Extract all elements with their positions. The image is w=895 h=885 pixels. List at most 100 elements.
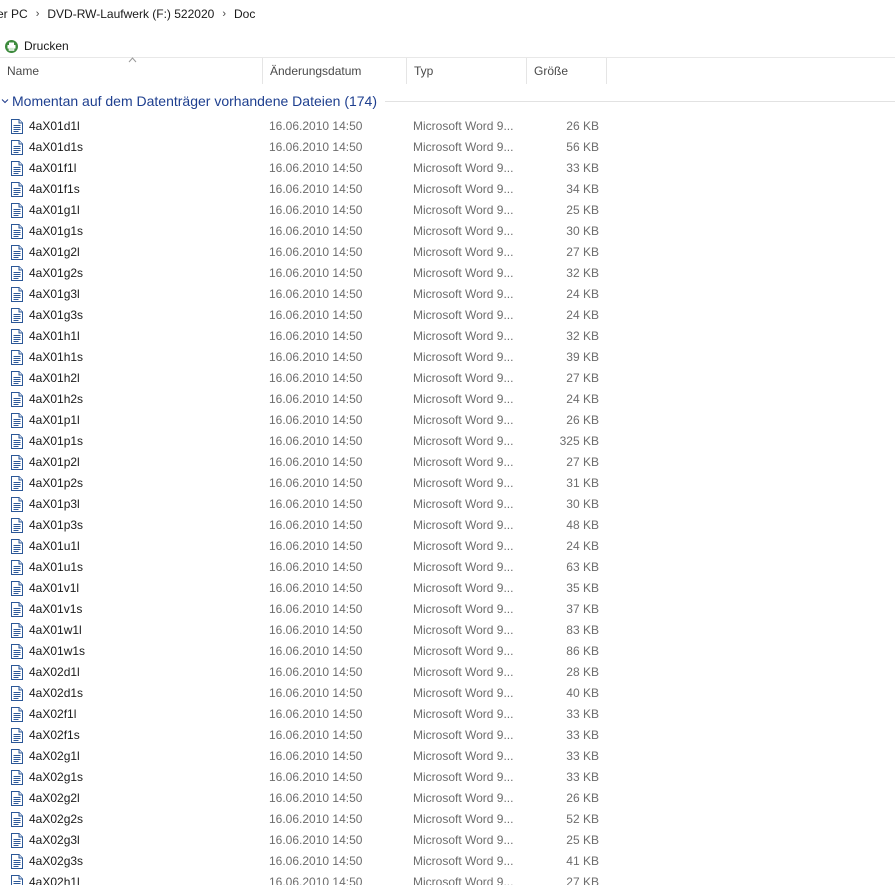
print-button[interactable]: Drucken [5, 36, 69, 56]
file-name: 4aX02g3l [29, 833, 80, 847]
file-type: Microsoft Word 9... [413, 539, 514, 553]
file-size: 24 KB [566, 392, 599, 406]
file-size: 34 KB [566, 182, 599, 196]
file-type: Microsoft Word 9... [413, 497, 514, 511]
file-name: 4aX02d1s [29, 686, 84, 700]
file-row[interactable]: 4aX01g1l 16.06.2010 14:50 Microsoft Word 9… [0, 200, 895, 221]
file-row[interactable]: 4aX01h2s 16.06.2010 14:50 Microsoft Word 9… [0, 389, 895, 410]
word-document-icon [11, 413, 23, 428]
file-date: 16.06.2010 14:50 [269, 581, 363, 595]
file-row[interactable]: 4aX02h1l 16.06.2010 14:50 Microsoft Word 9… [0, 872, 895, 885]
column-header-size[interactable]: Größe [527, 58, 607, 84]
file-name: 4aX02g2l [29, 791, 80, 805]
file-row[interactable]: 4aX01u1l 16.06.2010 14:50 Microsoft Word 9… [0, 536, 895, 557]
file-size: 52 KB [566, 812, 599, 826]
file-date: 16.06.2010 14:50 [269, 245, 363, 259]
file-row[interactable]: 4aX01p1l 16.06.2010 14:50 Microsoft Word 9… [0, 410, 895, 431]
breadcrumb-separator-icon[interactable]: › [32, 8, 44, 20]
word-document-icon [11, 497, 23, 512]
file-size: 86 KB [566, 644, 599, 658]
file-size: 24 KB [566, 539, 599, 553]
file-date: 16.06.2010 14:50 [269, 791, 363, 805]
file-name: 4aX01h2l [29, 371, 80, 385]
file-date: 16.06.2010 14:50 [269, 287, 363, 301]
file-name: 4aX01v1l [29, 581, 80, 595]
file-row[interactable]: 4aX01g1s 16.06.2010 14:50 Microsoft Word 9… [0, 221, 895, 242]
file-type: Microsoft Word 9... [413, 749, 514, 763]
file-row[interactable]: 4aX01p3s 16.06.2010 14:50 Microsoft Word 9… [0, 515, 895, 536]
file-date: 16.06.2010 14:50 [269, 161, 363, 175]
word-document-icon [11, 707, 23, 722]
breadcrumb-item-this-pc[interactable]: er PC [0, 7, 32, 21]
file-size: 41 KB [566, 854, 599, 868]
breadcrumb-item-doc[interactable]: Doc [230, 7, 259, 21]
group-title: Momentan auf dem Datenträger vorhandene … [12, 93, 377, 109]
file-row[interactable]: 4aX01w1l 16.06.2010 14:50 Microsoft Word 9… [0, 620, 895, 641]
file-row[interactable]: 4aX01w1s 16.06.2010 14:50 Microsoft Word 9… [0, 641, 895, 662]
file-size: 31 KB [566, 476, 599, 490]
file-size: 24 KB [566, 308, 599, 322]
file-size: 25 KB [566, 203, 599, 217]
file-name: 4aX01u1l [29, 539, 80, 553]
file-size: 35 KB [566, 581, 599, 595]
file-type: Microsoft Word 9... [413, 140, 514, 154]
file-name: 4aX01p3l [29, 497, 80, 511]
file-row[interactable]: 4aX02g3l 16.06.2010 14:50 Microsoft Word 9… [0, 830, 895, 851]
breadcrumb-separator-icon[interactable]: › [218, 8, 230, 20]
column-header-name[interactable]: Name [0, 58, 263, 84]
word-document-icon [11, 434, 23, 449]
file-row[interactable]: 4aX01h1l 16.06.2010 14:50 Microsoft Word 9… [0, 326, 895, 347]
file-row[interactable]: 4aX02f1s 16.06.2010 14:50 Microsoft Word 9… [0, 725, 895, 746]
file-row[interactable]: 4aX01d1l 16.06.2010 14:50 Microsoft Word 9… [0, 116, 895, 137]
column-header-date[interactable]: Änderungsdatum [263, 58, 407, 84]
chevron-down-icon[interactable] [1, 96, 11, 107]
word-document-icon [11, 791, 23, 806]
word-document-icon [11, 854, 23, 869]
file-row[interactable]: 4aX01p2l 16.06.2010 14:50 Microsoft Word 9… [0, 452, 895, 473]
file-row[interactable]: 4aX01g2l 16.06.2010 14:50 Microsoft Word 9… [0, 242, 895, 263]
file-row[interactable]: 4aX01u1s 16.06.2010 14:50 Microsoft Word 9… [0, 557, 895, 578]
file-row[interactable]: 4aX02f1l 16.06.2010 14:50 Microsoft Word 9… [0, 704, 895, 725]
file-type: Microsoft Word 9... [413, 602, 514, 616]
file-date: 16.06.2010 14:50 [269, 539, 363, 553]
file-row[interactable]: 4aX01v1s 16.06.2010 14:50 Microsoft Word 9… [0, 599, 895, 620]
file-date: 16.06.2010 14:50 [269, 371, 363, 385]
word-document-icon [11, 140, 23, 155]
file-date: 16.06.2010 14:50 [269, 770, 363, 784]
file-row[interactable]: 4aX02d1l 16.06.2010 14:50 Microsoft Word 9… [0, 662, 895, 683]
file-row[interactable]: 4aX02g2l 16.06.2010 14:50 Microsoft Word 9… [0, 788, 895, 809]
file-name: 4aX01h1s [29, 350, 84, 364]
file-row[interactable]: 4aX01h2l 16.06.2010 14:50 Microsoft Word 9… [0, 368, 895, 389]
file-row[interactable]: 4aX01g2s 16.06.2010 14:50 Microsoft Word 9… [0, 263, 895, 284]
group-header[interactable]: Momentan auf dem Datenträger vorhandene … [0, 90, 895, 112]
file-row[interactable]: 4aX01p1s 16.06.2010 14:50 Microsoft Word 9… [0, 431, 895, 452]
column-header-type[interactable]: Typ [407, 58, 527, 84]
breadcrumb-item-dvd-drive[interactable]: DVD-RW-Laufwerk (F:) 522020 [43, 7, 218, 21]
file-row[interactable]: 4aX01v1l 16.06.2010 14:50 Microsoft Word 9… [0, 578, 895, 599]
file-row[interactable]: 4aX01g3l 16.06.2010 14:50 Microsoft Word 9… [0, 284, 895, 305]
file-date: 16.06.2010 14:50 [269, 266, 363, 280]
file-row[interactable]: 4aX02g1l 16.06.2010 14:50 Microsoft Word 9… [0, 746, 895, 767]
file-date: 16.06.2010 14:50 [269, 812, 363, 826]
file-row[interactable]: 4aX02d1s 16.06.2010 14:50 Microsoft Word 9… [0, 683, 895, 704]
file-date: 16.06.2010 14:50 [269, 476, 363, 490]
file-row[interactable]: 4aX01f1l 16.06.2010 14:50 Microsoft Word 9… [0, 158, 895, 179]
file-row[interactable]: 4aX01p2s 16.06.2010 14:50 Microsoft Word 9… [0, 473, 895, 494]
file-row[interactable]: 4aX02g3s 16.06.2010 14:50 Microsoft Word 9… [0, 851, 895, 872]
file-name: 4aX01g3s [29, 308, 84, 322]
file-row[interactable]: 4aX01f1s 16.06.2010 14:50 Microsoft Word 9… [0, 179, 895, 200]
file-row[interactable]: 4aX01h1s 16.06.2010 14:50 Microsoft Word 9… [0, 347, 895, 368]
file-size: 27 KB [566, 875, 599, 885]
column-header-row: Name Änderungsdatum Typ Größe [0, 57, 895, 84]
file-type: Microsoft Word 9... [413, 812, 514, 826]
file-row[interactable]: 4aX02g2s 16.06.2010 14:50 Microsoft Word 9… [0, 809, 895, 830]
file-name: 4aX01w1l [29, 623, 82, 637]
word-document-icon [11, 539, 23, 554]
file-row[interactable]: 4aX01g3s 16.06.2010 14:50 Microsoft Word 9… [0, 305, 895, 326]
file-row[interactable]: 4aX01p3l 16.06.2010 14:50 Microsoft Word 9… [0, 494, 895, 515]
file-row[interactable]: 4aX02g1s 16.06.2010 14:50 Microsoft Word 9… [0, 767, 895, 788]
word-document-icon [11, 182, 23, 197]
file-type: Microsoft Word 9... [413, 434, 514, 448]
file-date: 16.06.2010 14:50 [269, 728, 363, 742]
file-row[interactable]: 4aX01d1s 16.06.2010 14:50 Microsoft Word 9… [0, 137, 895, 158]
